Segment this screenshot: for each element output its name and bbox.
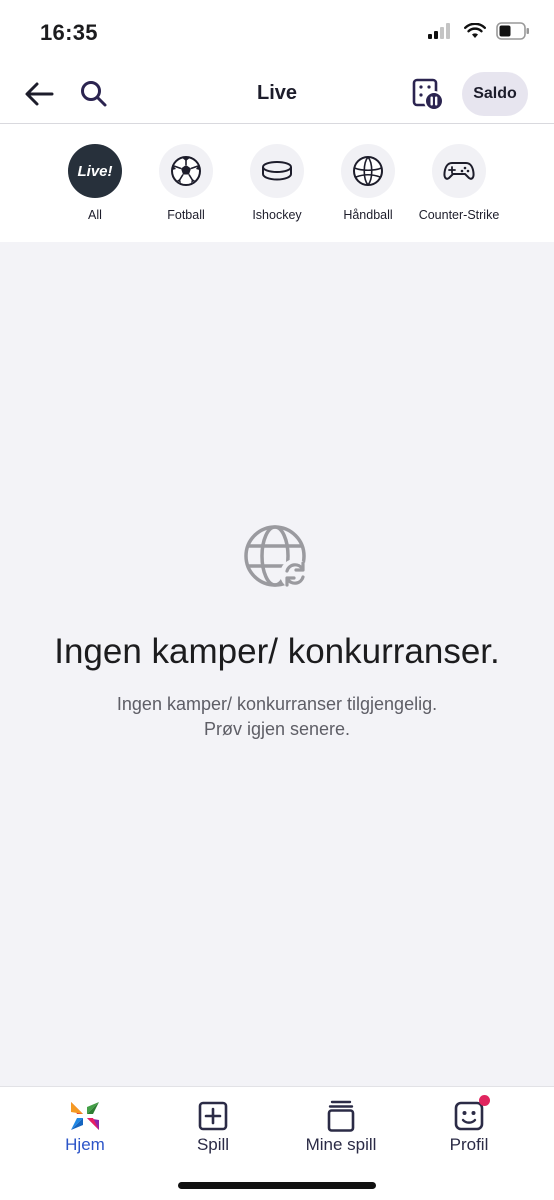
signal-icon [428, 23, 450, 39]
empty-state-line-2: Prøv igjen senere. [203, 719, 351, 739]
category-fotball[interactable]: Fotball [136, 144, 236, 222]
tab-profil[interactable]: Profil [414, 1095, 524, 1155]
status-time: 16:35 [40, 20, 98, 45]
tab-mine-spill[interactable]: Mine spill [286, 1099, 396, 1155]
category-ishockey[interactable]: Ishockey [227, 144, 327, 222]
notification-dot [479, 1095, 490, 1106]
top-app-bar: Live Saldo [0, 66, 554, 124]
tab-hjem[interactable]: Hjem [30, 1099, 140, 1155]
category-label: Ishockey [252, 208, 302, 222]
events-list-empty: Ingen kamper/ konkurranser. Ingen kamper… [0, 242, 554, 1086]
gamepad-icon [443, 162, 475, 180]
plus-square-icon [198, 1101, 228, 1131]
game-pause-icon [412, 78, 444, 111]
tab-label: Hjem [65, 1135, 105, 1154]
category-counter-strike[interactable]: Counter-Strike [409, 144, 509, 222]
stacked-cards-icon [327, 1100, 355, 1132]
status-bar: 16:35 [0, 0, 554, 66]
handball-icon [353, 156, 383, 186]
category-label: Håndball [343, 208, 393, 222]
saldo-button[interactable]: Saldo [462, 72, 528, 116]
tab-spill[interactable]: Spill [158, 1099, 268, 1155]
category-all[interactable]: Live! All [45, 144, 145, 222]
hockey-puck-icon [262, 161, 292, 181]
tab-label: Mine spill [305, 1135, 377, 1154]
bottom-tab-bar: Hjem Spill Mine spill Profil [0, 1086, 554, 1200]
home-indicator [178, 1182, 376, 1189]
wifi-icon [464, 23, 486, 38]
sport-category-bar: Live! All Fotball Ishockey Håndball Coun… [0, 124, 554, 242]
globe-refresh-icon [244, 525, 310, 589]
live-badge-text: Live! [77, 162, 113, 180]
game-pause-button[interactable] [410, 76, 446, 112]
category-handball[interactable]: Håndball [318, 144, 418, 222]
category-label: Fotball [167, 208, 205, 222]
category-label: Counter-Strike [418, 208, 500, 222]
empty-state-title: Ingen kamper/ konkurranser. [54, 632, 500, 671]
empty-state-message: Ingen kamper/ konkurranser tilgjengelig.… [0, 692, 554, 742]
soccer-ball-icon [171, 156, 201, 186]
home-logo-icon [71, 1102, 99, 1130]
tab-label: Spill [196, 1135, 230, 1154]
status-icons [428, 22, 530, 40]
live-badge: Live! [68, 144, 122, 198]
category-label: All [88, 208, 102, 222]
tab-label: Profil [449, 1135, 489, 1154]
empty-state-line-1: Ingen kamper/ konkurranser tilgjengelig. [116, 694, 438, 714]
battery-icon [496, 22, 529, 40]
